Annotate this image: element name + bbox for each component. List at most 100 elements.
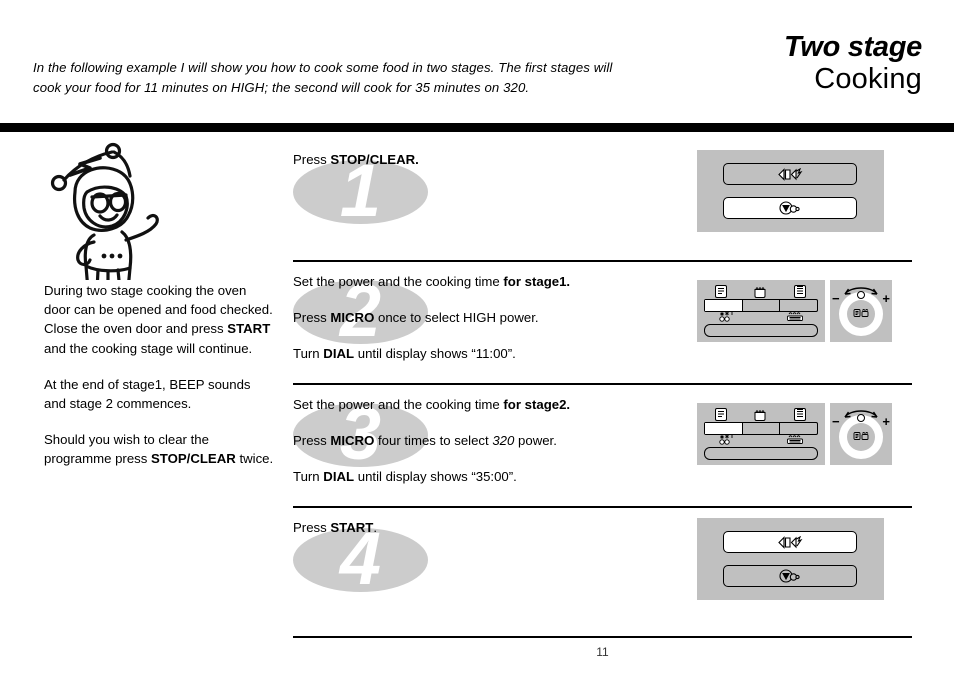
- step-4-left: 4 Press START.: [293, 508, 693, 596]
- stop-clear-icon: [777, 167, 803, 181]
- step-3-line-3-bold: DIAL: [323, 469, 355, 484]
- step-3-line-1: Set the power and the cooking time for s…: [293, 395, 693, 414]
- control-panel-buttons-4: [697, 518, 884, 600]
- menu-grid-icon-3[interactable]: [792, 407, 808, 422]
- control-panel-keypad-2: [697, 280, 825, 342]
- step-3-line-2-italic: 320: [492, 433, 515, 448]
- step-2-line-2: Press MICRO once to select HIGH power.: [293, 308, 693, 327]
- step-1-number: 1: [339, 149, 382, 232]
- step-3-body: 3 Set the power and the cooking time for…: [293, 385, 912, 506]
- step-3-line-2-pre: Press: [293, 433, 331, 448]
- step-2-left: 2 Set the power and the cooking time for…: [293, 262, 693, 363]
- control-panel-dial-2: − +: [830, 280, 892, 342]
- step-4-body: 4 Press START.: [293, 508, 912, 620]
- dial-knob-2[interactable]: [857, 291, 865, 299]
- step-3-line-1-pre: Set the power and the cooking time: [293, 397, 504, 412]
- step-4-number: 4: [339, 517, 382, 600]
- page-number: 11: [596, 644, 609, 659]
- header-divider-bar: [0, 123, 954, 132]
- step-3-right: − +: [693, 385, 912, 465]
- grill-icon-3[interactable]: [785, 434, 805, 446]
- step-2: 2 Set the power and the cooking time for…: [293, 262, 912, 385]
- step-2-body: 2 Set the power and the cooking time for…: [293, 262, 912, 383]
- step-2-line-1-bold: for stage1.: [503, 274, 571, 289]
- control-panel-dial-3: − +: [830, 403, 892, 465]
- step-1-text: Press STOP/CLEAR.: [293, 140, 693, 169]
- page-title-line1: Two stage: [783, 31, 922, 63]
- step-3-left: 3 Set the power and the cooking time for…: [293, 385, 693, 486]
- menu-list-icon-2[interactable]: [713, 284, 729, 299]
- dial-plus-label-2: +: [882, 291, 890, 306]
- step-2-text: Set the power and the cooking time for s…: [293, 262, 693, 363]
- step-1-line-1-pre: Press: [293, 152, 331, 167]
- start-button-4[interactable]: [723, 565, 857, 587]
- grill-icon-2[interactable]: [785, 311, 805, 323]
- sidebar-note-3-post: twice.: [235, 451, 274, 467]
- step-2-line-3-post: until display shows “11:00”.: [354, 346, 516, 361]
- defrost-icon-2[interactable]: [719, 310, 739, 323]
- robot-mascot-icon: [42, 140, 167, 318]
- stop-clear-button-1[interactable]: [723, 163, 857, 185]
- step-3-line-3: Turn DIAL until display shows “35:00”.: [293, 467, 693, 486]
- control-panel-buttons-1: [697, 150, 884, 232]
- sidebar-note-1-bold: START: [227, 321, 271, 337]
- intro-paragraph: In the following example I will show you…: [33, 60, 613, 95]
- time-bar-3[interactable]: [704, 447, 818, 460]
- page-title: Two stage Cooking: [784, 32, 922, 94]
- micro-dial-icon-2: [853, 308, 869, 320]
- steps-list: 1 Press STOP/CLEAR. 2 Set the power and …: [293, 140, 912, 620]
- dial-center-3[interactable]: [847, 423, 875, 451]
- sidebar-notes: During two stage cooking the oven door c…: [44, 281, 276, 469]
- step-4-line-1-post: .: [373, 520, 378, 535]
- pot-icon-3[interactable]: [752, 407, 768, 422]
- step-2-line-3-pre: Turn: [293, 346, 324, 361]
- power-segment-2[interactable]: [743, 423, 781, 434]
- step-4-line-1-pre: Press: [293, 520, 331, 535]
- start-button-1[interactable]: [723, 197, 857, 219]
- page-header: In the following example I will show you…: [0, 0, 954, 125]
- dial-center-2[interactable]: [847, 300, 875, 328]
- sidebar-note-3: Should you wish to clear the programme p…: [44, 430, 276, 468]
- step-2-line-3-bold: DIAL: [323, 346, 355, 361]
- step-2-line-2-bold: MICRO: [330, 310, 375, 325]
- step-1: 1 Press STOP/CLEAR.: [293, 140, 912, 262]
- pot-icon-2[interactable]: [752, 284, 768, 299]
- step-3-line-1-bold: for stage2.: [503, 397, 571, 412]
- dial-plus-label-3: +: [882, 414, 890, 429]
- step-1-number-badge: 1: [293, 149, 428, 232]
- dial-knob-3[interactable]: [857, 414, 865, 422]
- step-2-line-1: Set the power and the cooking time for s…: [293, 272, 693, 291]
- step-3-line-3-pre: Turn: [293, 469, 324, 484]
- step-2-right: − +: [693, 262, 912, 342]
- defrost-icon-3[interactable]: [719, 433, 739, 446]
- step-4-line-1: Press START.: [293, 518, 693, 537]
- step-2-line-2-pre: Press: [293, 310, 331, 325]
- sidebar-note-1-post: and the cooking stage will continue.: [44, 340, 253, 356]
- step-4: 4 Press START.: [293, 508, 912, 620]
- control-panel-keypad-3: [697, 403, 825, 465]
- step-4-line-1-bold: START: [330, 520, 374, 535]
- menu-grid-icon-2[interactable]: [792, 284, 808, 299]
- step-4-number-badge: 4: [293, 517, 428, 600]
- step-3-line-2-post: four times to select: [374, 433, 493, 448]
- stop-clear-button-4[interactable]: [723, 531, 857, 553]
- step-2-line-1-pre: Set the power and the cooking time: [293, 274, 504, 289]
- power-segment-3[interactable]: [780, 423, 817, 434]
- page-title-line2: Cooking: [814, 63, 922, 96]
- menu-list-icon-3[interactable]: [713, 407, 729, 422]
- page-footer: 11: [293, 636, 912, 659]
- start-icon: [778, 569, 802, 583]
- dial-minus-label-3: −: [832, 414, 840, 429]
- time-bar-2[interactable]: [704, 324, 818, 337]
- step-1-left: 1 Press STOP/CLEAR.: [293, 140, 693, 228]
- step-2-line-2-post: once to select HIGH power.: [374, 310, 539, 325]
- power-segment-2[interactable]: [743, 300, 781, 311]
- dial-minus-label-2: −: [832, 291, 840, 306]
- step-3-line-3-post: until display shows “35:00”.: [354, 469, 517, 484]
- step-1-right: [693, 140, 912, 232]
- power-segment-3[interactable]: [780, 300, 817, 311]
- step-3-line-2-tail: power.: [514, 433, 557, 448]
- step-1-line-1: Press STOP/CLEAR.: [293, 150, 693, 169]
- step-1-body: 1 Press STOP/CLEAR.: [293, 140, 912, 260]
- step-3: 3 Set the power and the cooking time for…: [293, 385, 912, 508]
